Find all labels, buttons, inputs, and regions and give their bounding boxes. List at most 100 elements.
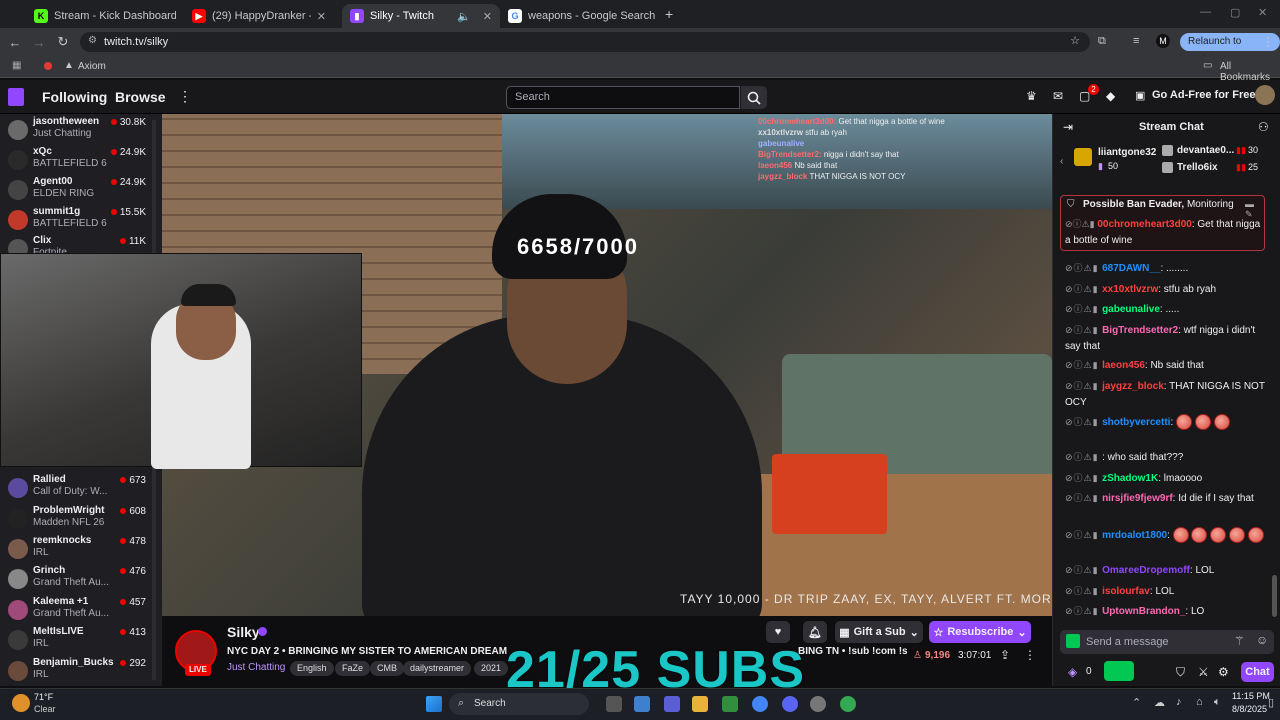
send-message-input[interactable]: Send a message ⚚ ☺: [1060, 630, 1274, 654]
crown-icon[interactable]: ♛: [1026, 89, 1037, 103]
chat-username[interactable]: xx10xtlvzrw: [1102, 284, 1158, 295]
notification-bell-button[interactable]: 🔔︎: [803, 621, 827, 643]
prime-icon[interactable]: ◆: [1106, 89, 1115, 103]
obs-icon[interactable]: [810, 696, 826, 712]
chat-username[interactable]: BigTrendsetter2: [1102, 325, 1178, 336]
chat-username[interactable]: mrdoalot1800: [1102, 530, 1167, 541]
chat-username[interactable]: zShadow1K: [1102, 473, 1158, 484]
tray-expand-icon[interactable]: ⌃: [1132, 696, 1141, 709]
file-explorer-icon[interactable]: [692, 696, 708, 712]
gifter-name[interactable]: liiantgone32: [1098, 147, 1156, 158]
cloud-icon[interactable]: ☁: [1154, 696, 1165, 709]
chat-username[interactable]: laeon456: [1102, 360, 1145, 371]
nav-following[interactable]: Following: [42, 89, 107, 105]
stream-category[interactable]: Just Chatting: [227, 662, 285, 673]
bookmark-star-icon[interactable]: ☆: [1070, 34, 1080, 47]
mod-actions-icon[interactable]: ⊘ⓘ⚠▮: [1065, 304, 1102, 314]
notification-center-icon[interactable]: ▯: [1268, 696, 1274, 709]
sidebar-channel-9[interactable]: Grinch Grand Theft Au... 476: [0, 563, 150, 593]
weather-icon[interactable]: [12, 694, 30, 712]
widgets-icon[interactable]: [634, 696, 650, 712]
reading-list-icon[interactable]: ≡: [1133, 35, 1139, 47]
chat-scrollbar[interactable]: [1272, 575, 1277, 617]
chat-send-button[interactable]: Chat: [1241, 662, 1274, 682]
community-icon[interactable]: ⚇: [1258, 120, 1269, 134]
chat-username[interactable]: 687DAWN__: [1102, 263, 1160, 274]
new-tab-button[interactable]: +: [665, 6, 673, 22]
stream-tag[interactable]: FaZe: [335, 661, 371, 676]
store-icon[interactable]: [722, 696, 738, 712]
back-icon[interactable]: ←: [3, 35, 27, 50]
site-info-icon[interactable]: ⚙: [88, 35, 97, 46]
mod-actions-icon[interactable]: ⊘ⓘ⚠▮: [1065, 473, 1102, 483]
apps-grid-icon[interactable]: ▦: [12, 60, 21, 71]
windows-start-icon[interactable]: [426, 696, 442, 712]
stream-tag[interactable]: dailystreamer: [403, 661, 472, 676]
go-ad-free-button[interactable]: Go Ad-Free for Free: [1152, 89, 1256, 101]
volume-icon[interactable]: 🔈︎: [1214, 696, 1221, 709]
chrome-icon[interactable]: [752, 696, 768, 712]
stream-tag[interactable]: English: [290, 661, 334, 676]
mod-actions-icon[interactable]: ⊘ⓘ⚠▮: [1065, 381, 1102, 391]
magic-wand-icon[interactable]: ⚚: [1234, 634, 1245, 648]
sidebar-channel-6[interactable]: Rallied Call of Duty: W... 673: [0, 472, 150, 502]
chat-username[interactable]: gabeunalive: [1102, 304, 1160, 315]
claim-bonus-button[interactable]: [1104, 661, 1134, 681]
audio-icon[interactable]: 🔈: [457, 10, 471, 23]
streamer-name[interactable]: Silky: [227, 624, 260, 640]
chat-username[interactable]: OmareeDropemoff: [1102, 565, 1190, 576]
sidebar-channel-7[interactable]: ProblemWright Madden NFL 26 608: [0, 503, 150, 533]
sidebar-channel-10[interactable]: Kaleema +1 Grand Theft Au... 457: [0, 594, 150, 624]
inbox-icon[interactable]: ✉: [1053, 89, 1063, 103]
tab-google-search[interactable]: G weapons - Google Search ✕: [500, 4, 658, 28]
tab-youtube[interactable]: ▶ (29) HappyDranker - Saint Yves ✕: [184, 4, 334, 28]
mod-actions-icon[interactable]: ⊘ⓘ⚠▮: [1065, 219, 1095, 229]
twitch-logo-icon[interactable]: [8, 88, 24, 106]
emote-icon[interactable]: ☺: [1256, 633, 1268, 647]
mod-actions-icon[interactable]: ⊘ⓘ⚠▮: [1065, 360, 1102, 370]
teams-icon[interactable]: [664, 696, 680, 712]
chat-settings-icon[interactable]: ⚙: [1218, 665, 1229, 679]
sidebar-channel-11[interactable]: MeltIsLIVE IRL 413: [0, 624, 150, 654]
clock-date[interactable]: 8/8/2025: [1232, 704, 1267, 714]
sidebar-channel-12[interactable]: Benjamin_Bucks IRL 292: [0, 655, 150, 685]
more-options-icon[interactable]: ⋮: [1024, 648, 1036, 662]
bookmark-axiom[interactable]: Axiom: [78, 61, 106, 72]
prev-arrow-icon[interactable]: ‹: [1060, 156, 1063, 167]
user-avatar[interactable]: [1255, 85, 1275, 105]
mod-actions-icon[interactable]: ⊘ⓘ⚠▮: [1065, 263, 1102, 273]
search-input[interactable]: Search: [506, 86, 740, 109]
tab-kick-dashboard[interactable]: K Stream - Kick Dashboard ✕: [26, 4, 176, 28]
mod-actions-icon[interactable]: ⊘ⓘ⚠▮: [1065, 417, 1102, 427]
mod-actions-icon[interactable]: ⊘ⓘ⚠▮: [1065, 530, 1102, 540]
sidebar-channel-4[interactable]: summit1g BATTLEFIELD 6 15.5K: [0, 204, 150, 234]
chat-username[interactable]: jaygzz_block: [1102, 381, 1164, 392]
gifter-name[interactable]: devantae0...: [1177, 145, 1234, 156]
chat-username[interactable]: isolourfav: [1102, 586, 1150, 597]
mod-actions-icon[interactable]: ⊘ⓘ⚠▮: [1065, 606, 1102, 616]
sidebar-channel-3[interactable]: Agent00 ELDEN RING 24.9K: [0, 174, 150, 204]
reload-icon[interactable]: ↻: [51, 34, 75, 50]
mod-actions-icon[interactable]: ⊘ⓘ⚠▮: [1065, 565, 1102, 575]
task-view-icon[interactable]: [606, 696, 622, 712]
sidebar-channel-2[interactable]: xQc BATTLEFIELD 6 24.9K: [0, 144, 150, 174]
sidebar-channel-1[interactable]: jasontheween Just Chatting 30.8K: [0, 114, 150, 144]
nav-browse[interactable]: Browse: [115, 89, 166, 105]
taskbar-search[interactable]: ⌕ Search: [449, 693, 589, 715]
minimize-button[interactable]: —: [1200, 6, 1211, 18]
chat-username[interactable]: UptownBrandon_: [1102, 606, 1185, 617]
mod-actions-icon[interactable]: ⊘ⓘ⚠▮: [1065, 325, 1102, 335]
share-icon[interactable]: ⇪: [1000, 648, 1010, 662]
mod-tools-icon[interactable]: ⚔: [1198, 665, 1209, 679]
discord-icon[interactable]: [782, 696, 798, 712]
extensions-icon[interactable]: ⧉: [1098, 35, 1106, 48]
maximize-button[interactable]: ▢: [1230, 6, 1240, 19]
address-bar[interactable]: ⚙ twitch.tv/silky ☆: [80, 32, 1090, 52]
gifter-name[interactable]: Trello6ix: [1177, 162, 1218, 173]
channel-points-icon[interactable]: ◈: [1068, 665, 1077, 679]
forward-icon[interactable]: →: [27, 35, 51, 50]
close-icon[interactable]: ✕: [317, 10, 326, 23]
close-icon[interactable]: ✕: [483, 10, 492, 23]
network-icon[interactable]: ⌂: [1196, 696, 1203, 708]
stream-tag[interactable]: 2021: [474, 661, 509, 676]
